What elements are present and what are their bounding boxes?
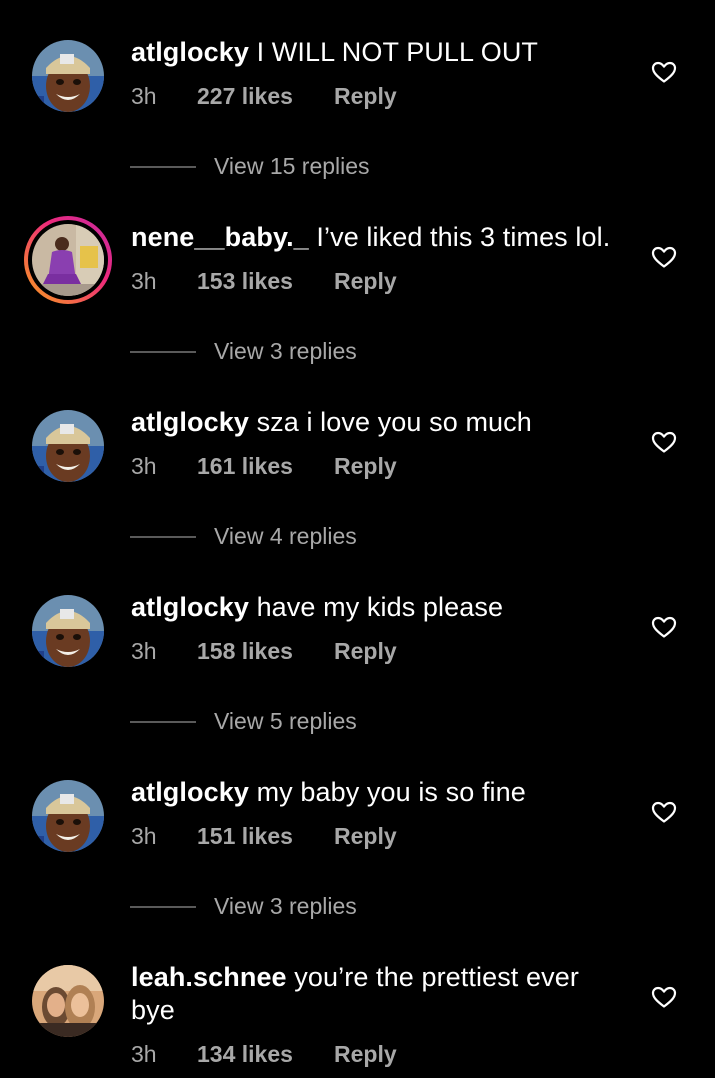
comment-text: atlglocky have my kids please: [131, 591, 611, 624]
likes-count[interactable]: 153 likes: [197, 267, 293, 295]
comment-text: atlglocky I WILL NOT PULL OUT: [131, 36, 611, 69]
reply-button[interactable]: Reply: [334, 822, 397, 850]
comment-body: my baby you is so fine: [256, 777, 526, 807]
avatar[interactable]: [32, 780, 104, 852]
comment-text: nene__baby._ I’ve liked this 3 times lol…: [131, 221, 611, 254]
avatar[interactable]: [32, 595, 104, 667]
username[interactable]: leah.schnee: [131, 962, 287, 992]
reply-button[interactable]: Reply: [334, 267, 397, 295]
timestamp: 3h: [131, 1041, 157, 1067]
comment-body: I WILL NOT PULL OUT: [256, 37, 539, 67]
profile-photo: [32, 40, 104, 112]
heart-icon[interactable]: [651, 430, 677, 454]
heart-icon[interactable]: [651, 985, 677, 1009]
replies-divider: [130, 351, 196, 353]
view-replies-label: View 4 replies: [214, 523, 357, 549]
timestamp: 3h: [131, 453, 157, 479]
reply-button[interactable]: Reply: [334, 452, 397, 480]
comment-body: I’ve liked this 3 times lol.: [316, 222, 611, 252]
heart-icon[interactable]: [651, 800, 677, 824]
username[interactable]: atlglocky: [131, 777, 249, 807]
username[interactable]: atlglocky: [131, 592, 249, 622]
view-replies-label: View 15 replies: [214, 153, 370, 179]
likes-count[interactable]: 227 likes: [197, 82, 293, 110]
username[interactable]: atlglocky: [131, 37, 249, 67]
username[interactable]: atlglocky: [131, 407, 249, 437]
reply-button[interactable]: Reply: [334, 637, 397, 665]
heart-icon[interactable]: [651, 245, 677, 269]
replies-divider: [130, 166, 196, 168]
username[interactable]: nene__baby._: [131, 222, 309, 252]
comment-text: atlglocky my baby you is so fine: [131, 776, 611, 809]
avatar[interactable]: [32, 410, 104, 482]
comment-text-continued: bye: [131, 994, 611, 1027]
view-replies-label: View 3 replies: [214, 338, 357, 364]
replies-divider: [130, 536, 196, 538]
replies-divider: [130, 906, 196, 908]
likes-count[interactable]: 151 likes: [197, 822, 293, 850]
profile-photo: [32, 595, 104, 667]
timestamp: 3h: [131, 268, 157, 294]
likes-count[interactable]: 158 likes: [197, 637, 293, 665]
timestamp: 3h: [131, 823, 157, 849]
timestamp: 3h: [131, 638, 157, 664]
reply-button[interactable]: Reply: [334, 82, 397, 110]
comment-body-line2: bye: [131, 995, 175, 1025]
comment-text: atlglocky sza i love you so much: [131, 406, 611, 439]
heart-icon[interactable]: [651, 615, 677, 639]
reply-button[interactable]: Reply: [334, 1040, 397, 1068]
avatar[interactable]: [32, 965, 104, 1037]
profile-photo: [32, 224, 104, 296]
replies-divider: [130, 721, 196, 723]
comment-text: leah.schnee you’re the prettiest ever: [131, 961, 611, 994]
view-replies-label: View 5 replies: [214, 708, 357, 734]
comment-body: sza i love you so much: [256, 407, 532, 437]
view-replies-label: View 3 replies: [214, 893, 357, 919]
comment-body: you’re the prettiest ever: [294, 962, 579, 992]
timestamp: 3h: [131, 83, 157, 109]
profile-photo: [32, 780, 104, 852]
likes-count[interactable]: 161 likes: [197, 452, 293, 480]
likes-count[interactable]: 134 likes: [197, 1040, 293, 1068]
story-ring-avatar[interactable]: [24, 216, 112, 304]
heart-icon[interactable]: [651, 60, 677, 84]
profile-photo: [32, 410, 104, 482]
avatar[interactable]: [32, 40, 104, 112]
profile-photo: [32, 965, 104, 1037]
comment-body: have my kids please: [256, 592, 504, 622]
